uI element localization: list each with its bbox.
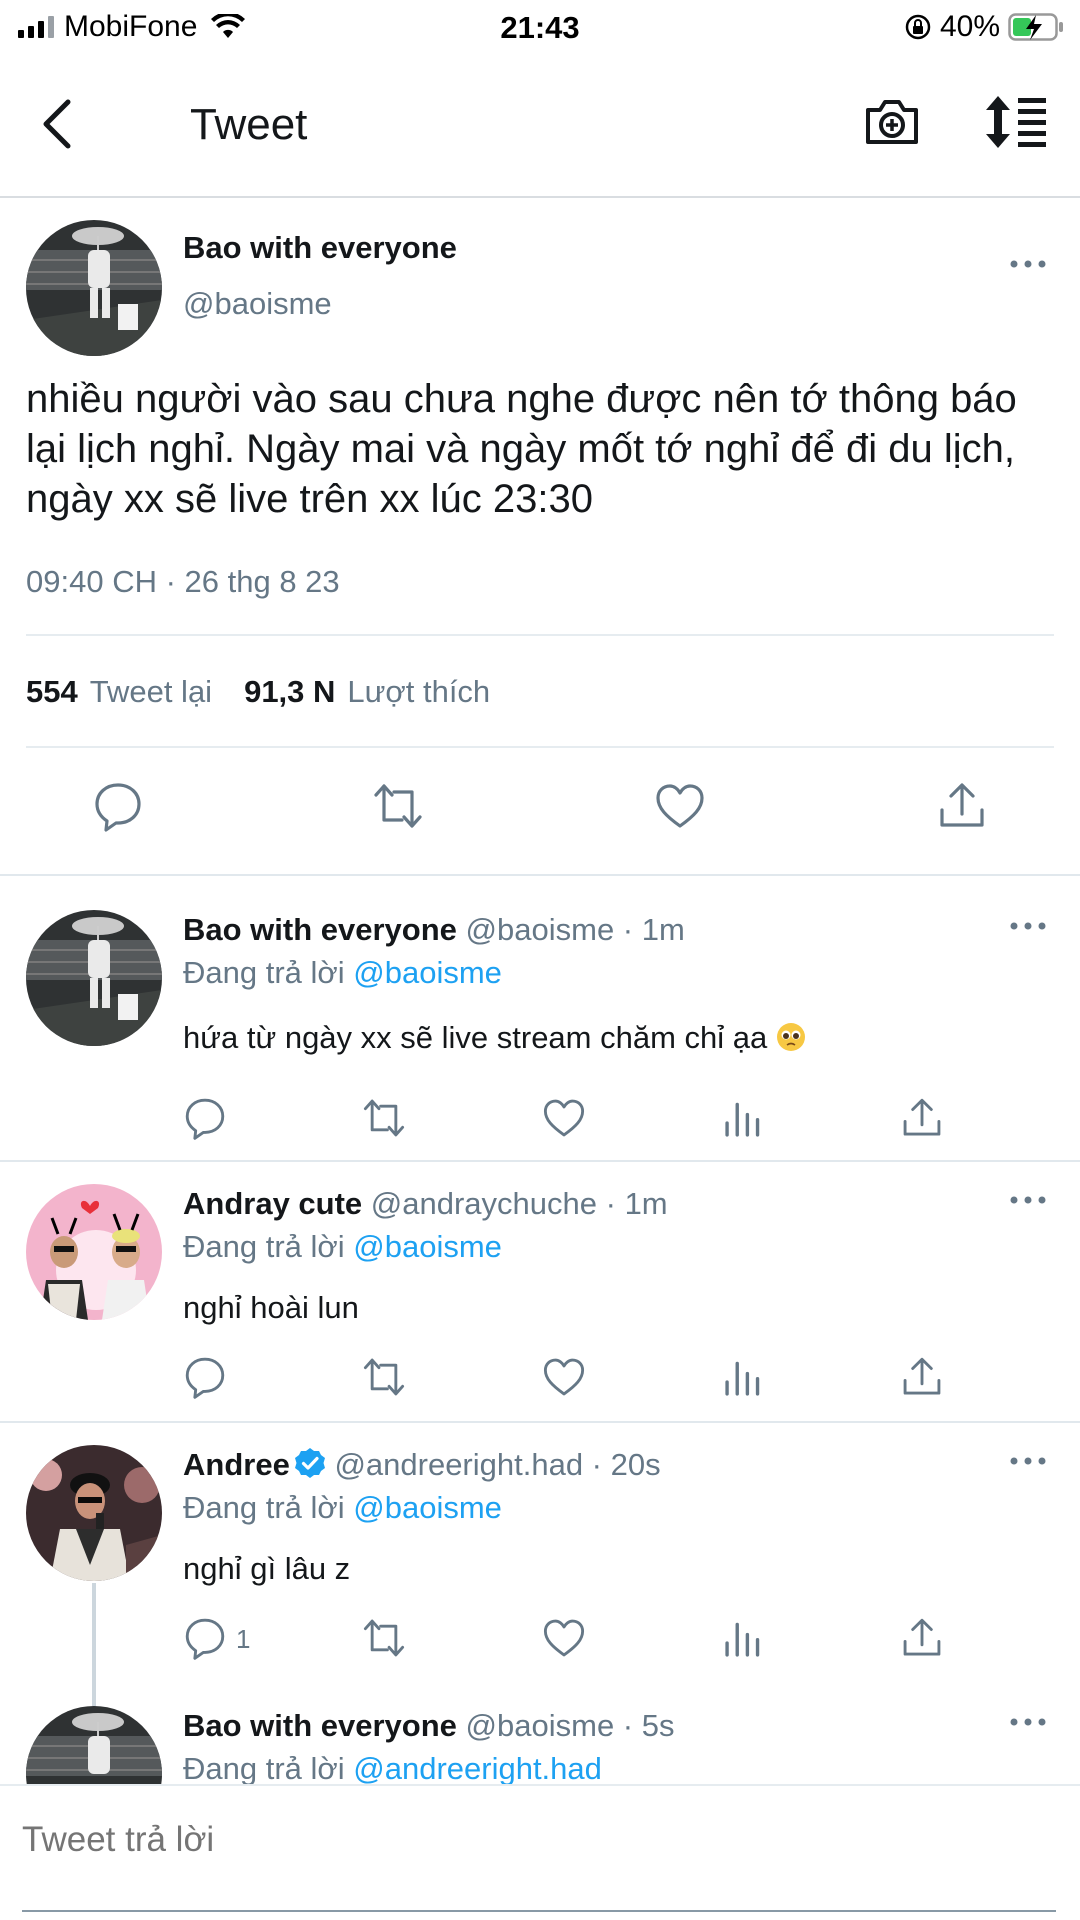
share-icon[interactable] <box>900 1096 944 1140</box>
author-meta: @andreeright.had · 20s <box>334 1447 661 1482</box>
reply-header: Bao with everyone @baoisme · 1m <box>183 912 685 948</box>
reply-header: Andray cute @andraychuche · 1m <box>183 1186 668 1222</box>
avatar[interactable] <box>26 1706 162 1784</box>
avatar[interactable] <box>26 910 162 1046</box>
reply-text: nghỉ gì lâu z <box>183 1551 351 1586</box>
more-options-icon[interactable] <box>1008 1455 1048 1467</box>
section-divider <box>0 874 1080 876</box>
camera-plus-icon[interactable] <box>862 92 922 152</box>
reply-icon[interactable] <box>183 1616 227 1660</box>
mention-link[interactable]: @baoisme <box>353 955 502 990</box>
retweet-icon[interactable] <box>362 1355 406 1399</box>
more-options-icon[interactable] <box>1008 920 1048 932</box>
mention-link[interactable]: @baoisme <box>353 1490 502 1525</box>
divider <box>26 746 1054 748</box>
retweet-icon[interactable] <box>372 780 424 832</box>
more-options-icon[interactable] <box>1008 1194 1048 1206</box>
reply-text: nghỉ hoài lun <box>183 1290 359 1325</box>
section-divider <box>0 1160 1080 1162</box>
avatar[interactable] <box>26 220 162 356</box>
composer-underline <box>22 1910 1056 1912</box>
author-name[interactable]: Bao with everyone <box>183 230 457 266</box>
replying-to: Đang trả lời @baoisme <box>183 1490 502 1526</box>
mention-link[interactable]: @andreeright.had <box>353 1751 602 1784</box>
page-title: Tweet <box>190 100 308 149</box>
reply-actions: 1 <box>0 1616 1080 1666</box>
sort-icon[interactable] <box>984 94 1048 150</box>
share-icon[interactable] <box>900 1616 944 1660</box>
reply-header: Bao with everyone @baoisme · 5s <box>183 1708 674 1744</box>
section-divider <box>0 1421 1080 1423</box>
status-right: 40% <box>904 10 1064 44</box>
reply-header: Andree @andreeright.had · 20s <box>183 1447 661 1483</box>
pleading-face-emoji <box>776 1023 805 1051</box>
replying-to-label: Đang trả lời <box>183 955 345 990</box>
reply-composer <box>0 1784 1080 1920</box>
tweet-timestamp: 09:40 CH · 26 thg 8 23 <box>26 564 340 599</box>
author-name[interactable]: Andree <box>183 1447 290 1482</box>
verified-badge-icon <box>294 1448 325 1478</box>
author-name[interactable]: Bao with everyone <box>183 1708 457 1743</box>
retweet-icon[interactable] <box>362 1096 406 1140</box>
author-handle[interactable]: @baoisme <box>183 286 332 322</box>
avatar[interactable] <box>26 1184 162 1320</box>
share-icon[interactable] <box>936 780 988 832</box>
battery-percent: 40% <box>939 10 1000 43</box>
replying-to: Đang trả lời @baoisme <box>183 1229 502 1265</box>
reply-icon[interactable] <box>183 1355 227 1399</box>
retweet-count[interactable]: 554 <box>26 674 78 710</box>
more-options-icon[interactable] <box>1008 1716 1048 1728</box>
more-options-icon[interactable] <box>1008 258 1048 270</box>
author-meta: @baoisme · 5s <box>465 1708 675 1743</box>
avatar[interactable] <box>26 1445 162 1581</box>
reply-icon[interactable] <box>92 780 144 832</box>
mention-link[interactable]: @baoisme <box>353 1229 502 1264</box>
like-icon[interactable] <box>542 1616 586 1660</box>
replying-to: Đang trả lời @andreeright.had <box>183 1751 602 1784</box>
like-icon[interactable] <box>542 1355 586 1399</box>
divider <box>26 634 1054 636</box>
like-icon[interactable] <box>654 780 706 832</box>
replying-to-label: Đang trả lời <box>183 1751 345 1784</box>
reply-text-content: hứa từ ngày xx sẽ live stream chăm chỉ ạ… <box>183 1020 768 1055</box>
author-meta: @andraychuche · 1m <box>370 1186 668 1221</box>
tweet-text: nhiều người vào sau chưa nghe được nên t… <box>26 377 1017 521</box>
orientation-lock-icon <box>905 14 931 40</box>
replying-to-label: Đang trả lời <box>183 1490 345 1525</box>
nav-bar: Tweet <box>0 62 1080 198</box>
analytics-icon[interactable] <box>722 1355 766 1399</box>
replying-to: Đang trả lời @baoisme <box>183 955 502 991</box>
share-icon[interactable] <box>900 1355 944 1399</box>
like-label[interactable]: Lượt thích <box>347 674 490 710</box>
reply-input[interactable] <box>22 1810 1052 1870</box>
analytics-icon[interactable] <box>722 1096 766 1140</box>
like-count[interactable]: 91,3 N <box>244 674 335 710</box>
battery-charging-icon <box>1008 13 1063 41</box>
author-name[interactable]: Bao with everyone <box>183 912 457 947</box>
status-bar: MobiFone 21:43 40% <box>0 0 1080 56</box>
reply-actions <box>0 1355 1080 1405</box>
tweet-actions <box>0 780 1080 860</box>
back-arrow-icon[interactable] <box>30 94 90 154</box>
author-meta: @baoisme · 1m <box>465 912 685 947</box>
reply-icon[interactable] <box>183 1096 227 1140</box>
tweet-stats: 554 Tweet lại 91,3 N Lượt thích <box>26 674 490 710</box>
replying-to-label: Đang trả lời <box>183 1229 345 1264</box>
reply-tweet[interactable]: Bao with everyone @baoisme · 5s Đang trả… <box>0 1674 1080 1784</box>
analytics-icon[interactable] <box>722 1616 766 1660</box>
reply-actions <box>0 1096 1080 1146</box>
reply-count: 1 <box>236 1624 251 1654</box>
reply-text: hứa từ ngày xx sẽ live stream chăm chỉ ạ… <box>183 1020 806 1056</box>
retweet-label[interactable]: Tweet lại <box>90 674 212 710</box>
author-name[interactable]: Andray cute <box>183 1186 362 1221</box>
like-icon[interactable] <box>542 1096 586 1140</box>
retweet-icon[interactable] <box>362 1616 406 1660</box>
